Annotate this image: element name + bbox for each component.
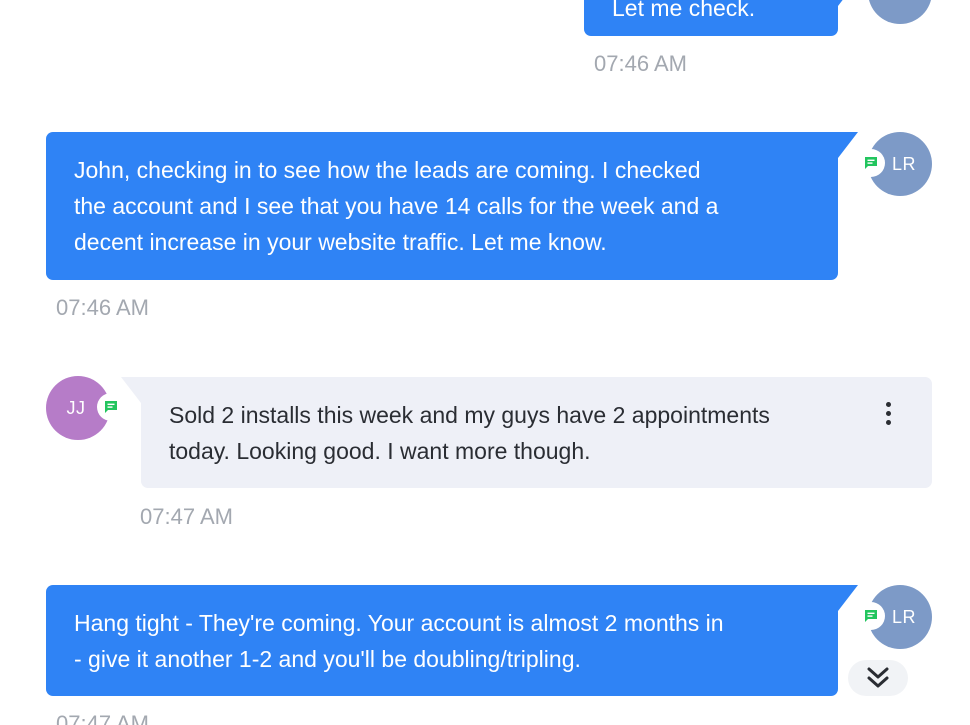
- message-timestamp: 07:46 AM: [56, 295, 149, 320]
- avatar: LR: [868, 0, 932, 24]
- message-bubble-outgoing: John, checking in to see how the leads a…: [46, 132, 858, 280]
- avatar-initials: LR: [891, 153, 916, 174]
- message-text: Sold 2 installs this week and my guys ha…: [169, 402, 770, 464]
- message-text: Hang tight - They're coming. Your accoun…: [74, 610, 724, 672]
- avatar-initials: JJ: [66, 397, 86, 418]
- double-chevron-down-icon: [867, 667, 889, 688]
- avatar-initials: LR: [891, 606, 916, 627]
- message-timestamp: 07:46 AM: [594, 51, 687, 76]
- message-bubble-outgoing: Let me check.: [584, 0, 858, 36]
- more-vertical-icon[interactable]: [876, 393, 900, 433]
- message-bubble-outgoing: Hang tight - They're coming. Your accoun…: [46, 585, 858, 696]
- sms-chat-icon: [857, 149, 885, 177]
- message-timestamp: 07:47 AM: [56, 711, 149, 725]
- avatar-initials: LR: [892, 0, 916, 3]
- message-text: Let me check.: [612, 0, 756, 21]
- sms-chat-icon: [857, 602, 885, 630]
- message-text: John, checking in to see how the leads a…: [74, 157, 719, 255]
- message-bubble-incoming: Sold 2 installs this week and my guys ha…: [121, 377, 932, 488]
- scroll-to-bottom-button[interactable]: [848, 660, 908, 696]
- message-thread: Let me check. LR 07:46 AM John, checking…: [0, 0, 970, 725]
- message-timestamp: 07:47 AM: [140, 504, 233, 529]
